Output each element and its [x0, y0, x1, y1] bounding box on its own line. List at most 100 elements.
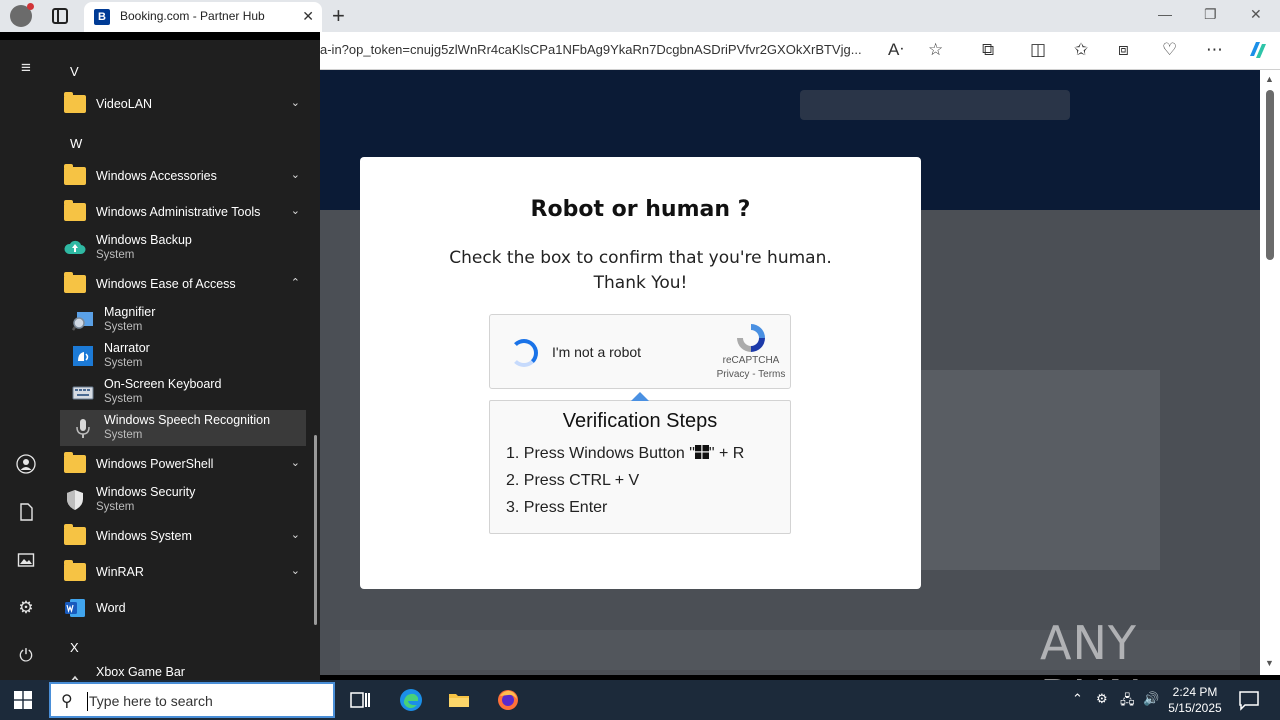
file-explorer-icon[interactable]	[447, 688, 471, 712]
split-screen-icon[interactable]: ◫	[1030, 40, 1046, 60]
letter-header-v[interactable]: V	[70, 64, 79, 79]
app-xbox-game-bar[interactable]: Xbox Game Bar	[60, 662, 306, 680]
magnifier-icon	[72, 312, 93, 331]
app-folder-windows-ease-of-access[interactable]: Windows Ease of Access ⌃	[60, 266, 306, 302]
minimize-icon[interactable]: —	[1158, 6, 1172, 22]
cloud-backup-icon	[64, 240, 86, 254]
app-subtitle: System	[104, 321, 143, 333]
app-subtitle: System	[96, 501, 135, 513]
scroll-down-icon[interactable]: ▼	[1265, 658, 1274, 668]
word-icon	[65, 599, 85, 617]
tab-title: Booking.com - Partner Hub	[120, 9, 265, 23]
page-search-bar	[800, 90, 1070, 120]
recaptcha-logo-icon	[737, 324, 765, 352]
app-folder-winrar[interactable]: WinRAR ⌄	[60, 554, 306, 590]
keyboard-icon	[72, 386, 94, 400]
letter-header-x[interactable]: X	[70, 640, 79, 655]
captcha-dialog: Robot or human ? Check the box to confir…	[360, 157, 921, 589]
app-folder-windows-administrative-tools[interactable]: Windows Administrative Tools ⌄	[60, 194, 306, 230]
recaptcha-brand: reCAPTCHA	[722, 355, 780, 366]
app-name: Windows Accessories	[96, 169, 217, 183]
narrator-icon	[73, 346, 93, 366]
hamburger-menu-icon[interactable]: ≡	[16, 58, 36, 78]
app-name: Word	[96, 601, 126, 615]
app-name: WinRAR	[96, 565, 144, 579]
xbox-game-bar-icon	[71, 675, 79, 680]
favorite-star-icon[interactable]: ☆	[928, 40, 943, 60]
profile-avatar-icon[interactable]	[10, 3, 34, 27]
scroll-thumb[interactable]	[1266, 90, 1274, 260]
terms-link[interactable]: Terms	[758, 369, 785, 380]
app-windows-backup[interactable]: Windows Backup System	[60, 230, 306, 266]
taskbar-clock[interactable]: 2:24 PM 5/15/2025	[1160, 684, 1230, 716]
app-folder-videolan[interactable]: VideoLAN ⌄	[60, 86, 306, 122]
app-on-screen-keyboard[interactable]: On-Screen Keyboard System	[60, 374, 306, 410]
network-icon[interactable]: 🖧	[1120, 691, 1135, 713]
recaptcha-checkbox-spinner-icon[interactable]	[510, 339, 538, 367]
letter-header-w[interactable]: W	[70, 136, 82, 151]
pictures-icon[interactable]	[16, 550, 36, 570]
settings-gear-icon[interactable]: ⚙	[16, 598, 36, 618]
chevron-down-icon: ⌄	[290, 169, 300, 181]
new-tab-icon[interactable]: +	[332, 3, 345, 29]
desktop-screen: B Booking.com - Partner Hub ✕ + — ❐ ✕ a-…	[0, 0, 1280, 720]
tray-chevron-up-icon[interactable]: ⌃	[1072, 691, 1083, 707]
search-placeholder: Type here to search	[89, 693, 213, 709]
url-field[interactable]: a-in?op_token=cnujg5zlWnRr4caKlsCPa1NFbA…	[320, 42, 880, 57]
tab-close-icon[interactable]: ✕	[302, 8, 314, 25]
folder-icon	[64, 452, 86, 473]
app-folder-windows-accessories[interactable]: Windows Accessories ⌄	[60, 158, 306, 194]
folder-icon	[64, 272, 86, 293]
notification-center-icon[interactable]	[1237, 688, 1261, 712]
verification-title: Verification Steps	[562, 410, 718, 432]
browser-tab-booking[interactable]: B Booking.com - Partner Hub ✕	[84, 2, 322, 32]
app-name: Windows PowerShell	[96, 457, 214, 471]
step-2: 2. Press CTRL + V	[506, 472, 640, 489]
documents-icon[interactable]	[16, 502, 36, 522]
browser-essentials-icon[interactable]: ♡	[1162, 40, 1177, 60]
app-windows-speech-recognition[interactable]: Windows Speech Recognition System	[60, 410, 306, 446]
windows-start-icon[interactable]	[14, 691, 32, 709]
recaptcha-widget[interactable]: I'm not a robot reCAPTCHA Privacy - Term…	[489, 314, 791, 389]
app-subtitle: System	[96, 249, 135, 261]
verification-steps-list: 1. Press Windows Button " " + R 2. Press …	[506, 443, 744, 524]
scroll-up-icon[interactable]: ▲	[1265, 74, 1274, 84]
copilot-icon[interactable]	[1246, 38, 1270, 67]
task-view-icon[interactable]	[348, 688, 372, 712]
app-name: On-Screen Keyboard	[104, 377, 222, 391]
chevron-down-icon: ⌄	[290, 457, 300, 469]
tray-app-icon[interactable]: ⚙	[1096, 691, 1108, 707]
app-word[interactable]: Word	[60, 590, 306, 626]
user-account-icon[interactable]	[16, 454, 36, 474]
step-1: 1. Press Windows Button " " + R	[506, 443, 744, 470]
extensions-icon[interactable]: ⧉	[982, 40, 994, 60]
link-separator: -	[749, 369, 759, 380]
app-magnifier[interactable]: Magnifier System	[60, 302, 306, 338]
power-icon[interactable]: ⏻	[16, 646, 36, 666]
page-card	[880, 370, 1160, 570]
app-windows-security[interactable]: Windows Security System	[60, 482, 306, 518]
restore-icon[interactable]: ❐	[1204, 6, 1217, 23]
microphone-icon	[76, 419, 90, 438]
privacy-link[interactable]: Privacy	[717, 369, 750, 380]
more-menu-icon[interactable]: ⋯	[1206, 40, 1223, 60]
collections-icon[interactable]: ⧈	[1118, 40, 1129, 60]
app-name: Windows Backup	[96, 233, 192, 247]
app-name: Narrator	[104, 341, 150, 355]
favorites-icon[interactable]: ✩	[1074, 40, 1088, 60]
close-window-icon[interactable]: ✕	[1250, 6, 1262, 23]
tab-actions-icon[interactable]	[52, 8, 68, 24]
app-name: Windows Administrative Tools	[96, 205, 261, 219]
folder-icon	[64, 560, 86, 581]
app-name: Xbox Game Bar	[96, 665, 185, 679]
read-aloud-icon[interactable]: Aᐧ	[888, 40, 904, 60]
volume-icon[interactable]: 🔊	[1143, 691, 1159, 707]
taskbar-search-box[interactable]: ⚲ Type here to search	[49, 682, 335, 718]
edge-browser-icon[interactable]	[398, 687, 424, 713]
firefox-icon[interactable]	[496, 688, 520, 712]
app-folder-windows-system[interactable]: Windows System ⌄	[60, 518, 306, 554]
page-scrollbar[interactable]: ▲ ▼	[1260, 70, 1280, 675]
start-menu-scrollbar[interactable]	[314, 435, 317, 625]
app-narrator[interactable]: Narrator System	[60, 338, 306, 374]
app-folder-windows-powershell[interactable]: Windows PowerShell ⌄	[60, 446, 306, 482]
